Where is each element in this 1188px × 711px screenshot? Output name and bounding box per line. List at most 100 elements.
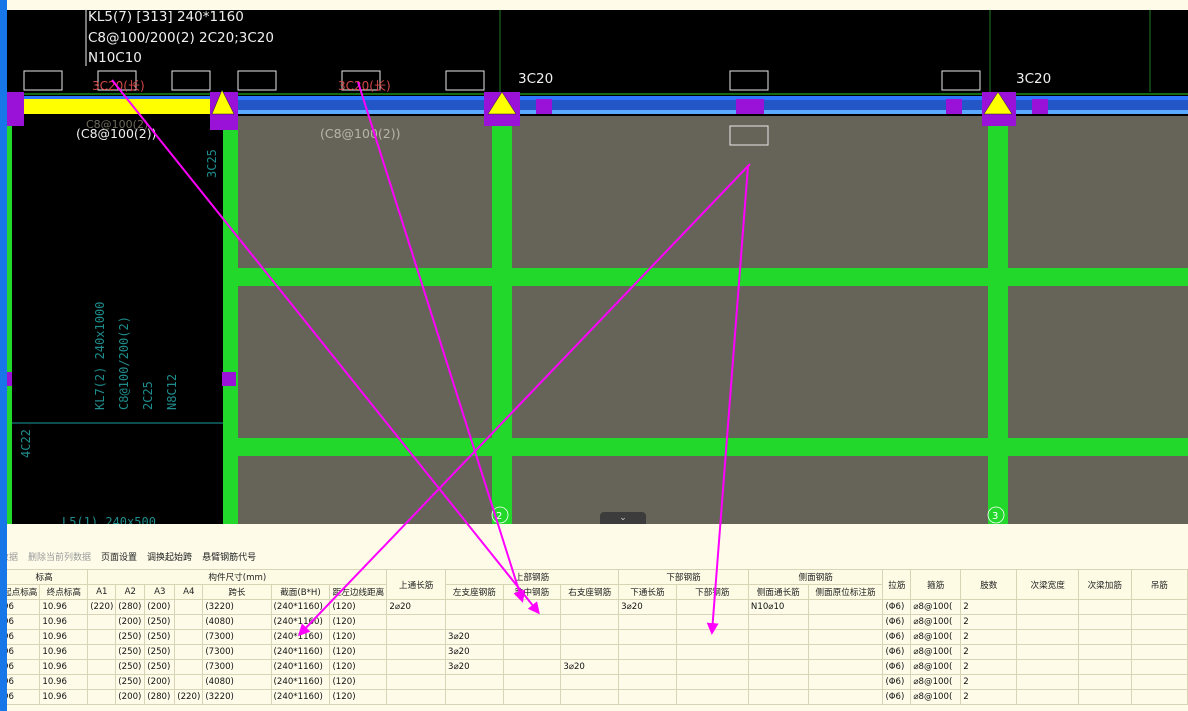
table-cell-left[interactable]: 3⌀20	[444, 659, 504, 675]
edit-box[interactable]	[729, 70, 769, 91]
toolbar-item-page-setup[interactable]: 页面设置	[101, 550, 137, 566]
table-cell-a2[interactable]: (250)	[115, 659, 146, 675]
table-cell-bthrough[interactable]	[618, 644, 677, 660]
table-cell-stirrup[interactable]: ⌀8@100(	[910, 659, 962, 675]
table-cell-bottom[interactable]	[675, 599, 749, 615]
table-cell-top[interactable]	[386, 644, 446, 660]
table-cell-mid[interactable]	[502, 674, 562, 690]
table-cell-legs[interactable]: 2	[960, 644, 1018, 660]
table-cell-a4[interactable]	[174, 674, 204, 690]
table-cell-bthrough[interactable]: 3⌀20	[618, 599, 677, 615]
table-cell-sideo[interactable]	[807, 644, 884, 660]
table-cell-a2[interactable]: (250)	[115, 644, 146, 660]
table-cell-legs[interactable]: 2	[960, 659, 1018, 675]
table-cell-end[interactable]: 10.96	[39, 644, 89, 660]
collapse-panel-tab[interactable]: ⌄	[600, 512, 646, 524]
edit-box[interactable]	[171, 70, 211, 91]
table-cell-tie[interactable]: (Φ6)	[882, 629, 912, 645]
table-cell-right[interactable]	[560, 689, 620, 705]
table-cell-seca[interactable]	[1077, 614, 1132, 630]
table-cell-bthrough[interactable]	[618, 614, 677, 630]
table-cell-a4[interactable]: (220)	[174, 689, 204, 705]
table-cell-section[interactable]: (240*1160)	[270, 644, 331, 660]
table-cell-stirrup[interactable]: ⌀8@100(	[910, 599, 962, 615]
table-cell-left[interactable]	[444, 599, 504, 615]
table-cell-secw[interactable]	[1016, 599, 1079, 615]
table-cell-a1[interactable]	[87, 674, 117, 690]
table-cell-a1[interactable]	[87, 629, 117, 645]
table-cell-bottom[interactable]	[675, 644, 749, 660]
edit-box[interactable]	[237, 70, 277, 91]
table-cell-a2[interactable]: (250)	[115, 629, 146, 645]
table-cell-sideo[interactable]	[807, 629, 884, 645]
table-cell-span[interactable]: (7300)	[202, 659, 272, 675]
table-cell-sideo[interactable]	[807, 614, 884, 630]
table-cell-offset[interactable]: (120)	[329, 689, 388, 705]
table-cell-offset[interactable]: (120)	[329, 674, 388, 690]
table-cell-a1[interactable]	[87, 659, 117, 675]
table-cell-bottom[interactable]	[675, 689, 749, 705]
table-cell-left[interactable]: 3⌀20	[444, 644, 504, 660]
table-cell-left[interactable]	[444, 614, 504, 630]
table-cell-mid[interactable]	[502, 644, 562, 660]
table-cell-sideo[interactable]	[807, 599, 884, 615]
table-cell-a1[interactable]	[87, 644, 117, 660]
table-cell-secw[interactable]	[1016, 629, 1079, 645]
table-cell-stirrup[interactable]: ⌀8@100(	[910, 629, 962, 645]
edit-box[interactable]	[941, 70, 981, 91]
table-cell-side[interactable]	[747, 674, 809, 690]
toolbar-item-cantilever-code[interactable]: 悬臂钢筋代号	[202, 550, 256, 566]
table-cell-side[interactable]	[747, 629, 809, 645]
table-cell-end[interactable]: 10.96	[39, 659, 89, 675]
table-cell-bthrough[interactable]	[618, 674, 677, 690]
table-cell-top[interactable]	[386, 689, 446, 705]
table-cell-secw[interactable]	[1016, 614, 1079, 630]
table-cell-hanger[interactable]	[1130, 659, 1188, 675]
table-cell-end[interactable]: 10.96	[39, 689, 89, 705]
table-cell-section[interactable]: (240*1160)	[270, 614, 331, 630]
table-cell-legs[interactable]: 2	[960, 599, 1018, 615]
table-cell-side[interactable]	[747, 689, 809, 705]
table-cell-hanger[interactable]	[1130, 614, 1188, 630]
drawing-svg[interactable]: KL5(7) [313] 240*1160 C8@100/200(2) 2C20…	[0, 0, 1188, 524]
table-cell-mid[interactable]	[502, 689, 562, 705]
table-cell-span[interactable]: (4080)	[202, 614, 272, 630]
edit-box[interactable]	[445, 70, 485, 91]
table-row[interactable]: 96 10.96 (220) (280) (200) (3220) (240*1160) (1…	[0, 599, 1188, 615]
table-cell-side[interactable]	[747, 614, 809, 630]
table-cell-a2[interactable]: (250)	[115, 674, 146, 690]
table-cell-span[interactable]: (3220)	[202, 689, 272, 705]
table-cell-span[interactable]: (7300)	[202, 629, 272, 645]
table-cell-stirrup[interactable]: ⌀8@100(	[910, 689, 962, 705]
table-cell-span[interactable]: (4080)	[202, 674, 272, 690]
table-cell-a3[interactable]: (200)	[144, 599, 176, 615]
table-cell-top[interactable]	[386, 659, 446, 675]
table-cell-side[interactable]	[747, 644, 809, 660]
table-cell-a2[interactable]: (200)	[115, 689, 146, 705]
table-cell-hanger[interactable]	[1130, 629, 1188, 645]
table-cell-mid[interactable]	[502, 599, 562, 615]
table-cell-a4[interactable]	[174, 614, 204, 630]
table-cell-stirrup[interactable]: ⌀8@100(	[910, 674, 962, 690]
table-cell-secw[interactable]	[1016, 644, 1079, 660]
table-cell-a3[interactable]: (250)	[144, 629, 176, 645]
table-row[interactable]: 96 10.96 (250) (250) (7300) (240*1160) (120) 3⌀…	[0, 659, 1188, 675]
table-cell-secw[interactable]	[1016, 674, 1079, 690]
table-cell-a1[interactable]	[87, 689, 117, 705]
table-cell-bthrough[interactable]	[618, 659, 677, 675]
selected-beam-span[interactable]	[0, 99, 232, 114]
toolbar-item-delete-column[interactable]: 删除当前列数据	[28, 550, 91, 566]
table-cell-bottom[interactable]	[675, 674, 749, 690]
table-cell-tie[interactable]: (Φ6)	[882, 599, 912, 615]
table-cell-stirrup[interactable]: ⌀8@100(	[910, 644, 962, 660]
table-cell-a3[interactable]: (250)	[144, 659, 176, 675]
table-cell-bottom[interactable]	[675, 629, 749, 645]
table-cell-sideo[interactable]	[807, 674, 884, 690]
table-cell-tie[interactable]: (Φ6)	[882, 614, 912, 630]
table-cell-seca[interactable]	[1077, 599, 1132, 615]
table-cell-hanger[interactable]	[1130, 644, 1188, 660]
table-cell-mid[interactable]	[502, 659, 562, 675]
table-cell-offset[interactable]: (120)	[329, 599, 388, 615]
table-cell-sideo[interactable]	[807, 659, 884, 675]
table-cell-offset[interactable]: (120)	[329, 614, 388, 630]
